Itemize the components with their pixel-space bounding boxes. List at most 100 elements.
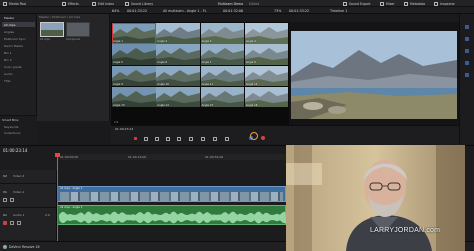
sound-library-label: Sound Library bbox=[131, 1, 154, 6]
smart-bin-keywords[interactable]: Keywords bbox=[4, 125, 18, 129]
multicam-angle-13[interactable]: Angle 13 bbox=[112, 86, 156, 108]
multicam-angle-label: Angle 2 bbox=[157, 40, 168, 44]
marker-icon[interactable] bbox=[261, 136, 265, 140]
effects-label: Effects bbox=[68, 1, 79, 6]
master-folder[interactable]: Master bbox=[4, 16, 14, 20]
bus-icon[interactable] bbox=[465, 49, 469, 53]
smart-bins-header[interactable]: Smart Bins bbox=[2, 118, 18, 122]
multicam-angle-15[interactable]: Angle 15 bbox=[200, 86, 245, 108]
inspector-label: Inspector bbox=[440, 1, 455, 6]
video-clip-v1[interactable]: All clips - Angle 1 bbox=[57, 186, 286, 202]
multicam-angle-12[interactable]: Angle 12 bbox=[244, 65, 289, 87]
inspector-tab[interactable]: Inspector bbox=[434, 1, 455, 6]
track-id-a1: A1 bbox=[3, 213, 7, 217]
multicam-angle-2[interactable]: Angle 2 bbox=[156, 23, 200, 44]
multicam-viewer[interactable]: Angle 1 Angle 2 Angle 3 Angle 4 Angle 5 Angle… bbox=[111, 22, 289, 125]
multicam-angle-4[interactable]: Angle 4 bbox=[244, 23, 289, 44]
compound-clip-thumbnail[interactable] bbox=[66, 22, 90, 37]
multicam-angle-5[interactable]: Angle 5 bbox=[112, 44, 156, 65]
effects-tab[interactable]: Effects bbox=[62, 1, 79, 6]
multicam-angle-3[interactable]: Angle 3 bbox=[200, 23, 245, 44]
sound-export-tab[interactable]: Sound Export bbox=[343, 1, 371, 6]
bin-title[interactable]: Title bbox=[4, 79, 10, 83]
bin-demo-media[interactable]: Demo Media bbox=[4, 44, 23, 48]
transport-timecode: 01:00:23:14 bbox=[115, 127, 134, 131]
dynamic-trim-icon[interactable] bbox=[155, 137, 159, 141]
multicam-angle-7[interactable]: Angle 7 bbox=[200, 44, 245, 65]
media-pool-label: Media Pool bbox=[9, 1, 27, 6]
metadata-tab[interactable]: Metadata bbox=[404, 1, 425, 6]
multicam-angle-11[interactable]: Angle 11 bbox=[200, 65, 245, 87]
audio-meter-icon[interactable] bbox=[465, 25, 469, 29]
multicam-angle-label: Angle 4 bbox=[245, 40, 256, 44]
mute-icon[interactable] bbox=[17, 221, 21, 225]
playhead-handle[interactable] bbox=[55, 153, 60, 157]
presenter-video bbox=[286, 145, 465, 251]
blade-tool-icon[interactable] bbox=[166, 137, 170, 141]
multicam-angle-8[interactable]: Angle 8 bbox=[244, 44, 289, 65]
track-lock-icon[interactable] bbox=[3, 198, 7, 202]
bin-contents-panel: Master / Multicam / All clips All clips … bbox=[37, 14, 110, 121]
output-icon[interactable] bbox=[465, 73, 469, 77]
position-lock-icon[interactable] bbox=[250, 132, 258, 140]
insert-clip-icon[interactable] bbox=[177, 137, 181, 141]
snap-icon[interactable] bbox=[213, 137, 217, 141]
record-arm-icon[interactable] bbox=[3, 221, 7, 225]
metadata-icon bbox=[404, 1, 408, 6]
timeline-viewer[interactable] bbox=[289, 22, 459, 125]
bin-multicam-sync[interactable]: Multicam Sync bbox=[4, 37, 26, 41]
multicam-angle-16[interactable]: Angle 16 bbox=[244, 86, 289, 108]
multicam-angle-6[interactable]: Angle 6 bbox=[156, 44, 200, 65]
multicam-angle-label: Angle 5 bbox=[113, 61, 123, 65]
smart-bins-panel: Smart Bins Keywords Collections bbox=[0, 115, 37, 145]
multicam-angle-9[interactable]: Angle 9 bbox=[112, 65, 156, 87]
right-tool-strip bbox=[459, 14, 474, 144]
smart-bin-collections[interactable]: Collections bbox=[4, 131, 20, 135]
multicam-angle-14[interactable]: Angle 14 bbox=[156, 86, 200, 108]
timeline-ruler[interactable] bbox=[57, 154, 286, 160]
track-header-v1[interactable]: V1 Video 1 bbox=[0, 186, 56, 208]
media-pool-tab[interactable]: Media Pool bbox=[3, 1, 26, 6]
bin-1[interactable]: Bin 1 bbox=[4, 51, 12, 55]
media-pool-tree: Master All clips Angles Multicam Sync De… bbox=[0, 14, 37, 121]
bin-all-clips[interactable]: All clips bbox=[4, 23, 15, 27]
track-header-v2[interactable]: V2 Video 2 bbox=[0, 170, 56, 184]
mixer-tab[interactable]: Mixer bbox=[380, 1, 395, 6]
project-title-area: Multicam Demo Edited bbox=[218, 1, 259, 6]
track-visibility-icon[interactable] bbox=[10, 198, 14, 202]
transport-bar: 01:00:23:14 bbox=[111, 125, 459, 144]
mixer-icon[interactable] bbox=[465, 37, 469, 41]
multicam-angle-label: Angle 14 bbox=[157, 103, 169, 107]
larryjordan-watermark: LARRYJORDAN.com bbox=[370, 227, 441, 234]
bin-2[interactable]: Bin 2 bbox=[4, 58, 12, 62]
multicam-angle-1[interactable]: Angle 1 bbox=[112, 23, 156, 44]
timecode-right: 00:01:33:22 bbox=[289, 8, 310, 13]
sound-library-tab[interactable]: Sound Library bbox=[125, 1, 153, 6]
multicam-angle-10[interactable]: Angle 10 bbox=[156, 65, 200, 87]
zoom-right-dropdown[interactable]: 73% bbox=[274, 9, 281, 13]
overwrite-clip-icon[interactable] bbox=[189, 137, 193, 141]
bin-color-grade[interactable]: Color grade bbox=[4, 65, 22, 69]
timeline-selector[interactable]: Timeline 1 bbox=[330, 9, 347, 13]
select-tool-icon[interactable] bbox=[134, 137, 137, 140]
trim-tool-icon[interactable] bbox=[144, 137, 148, 141]
sound-library-icon bbox=[125, 1, 129, 6]
zoom-dropdown[interactable]: 64% bbox=[112, 9, 119, 13]
audio-clip-a1[interactable]: All clips - Angle 1 bbox=[57, 205, 286, 225]
solo-icon[interactable] bbox=[10, 221, 14, 225]
viewer-frame bbox=[289, 22, 459, 125]
replace-clip-icon[interactable] bbox=[201, 137, 205, 141]
bin-audio[interactable]: Audio bbox=[4, 72, 13, 76]
link-icon[interactable] bbox=[225, 137, 229, 141]
clip-thumbnail[interactable] bbox=[40, 22, 64, 37]
multicam-angle-label: Angle 10 bbox=[157, 82, 169, 86]
edit-index-tab[interactable]: Edit Index bbox=[92, 1, 114, 6]
app-name: DaVinci Resolve 18 bbox=[9, 245, 40, 249]
multicam-angle-label: Angle 9 bbox=[113, 82, 123, 86]
track-header-a1[interactable]: A1 Audio 1 2.0 bbox=[0, 210, 56, 234]
playhead-line[interactable] bbox=[57, 155, 58, 241]
viewer-header-bar: 64% 00:01:33:22 All multicam - Angle 1 -… bbox=[0, 7, 474, 14]
track-icon[interactable] bbox=[465, 61, 469, 65]
clip-name-dropdown[interactable]: All multicam - Angle 1 - FL bbox=[163, 9, 206, 13]
bin-angles[interactable]: Angles bbox=[4, 30, 14, 34]
